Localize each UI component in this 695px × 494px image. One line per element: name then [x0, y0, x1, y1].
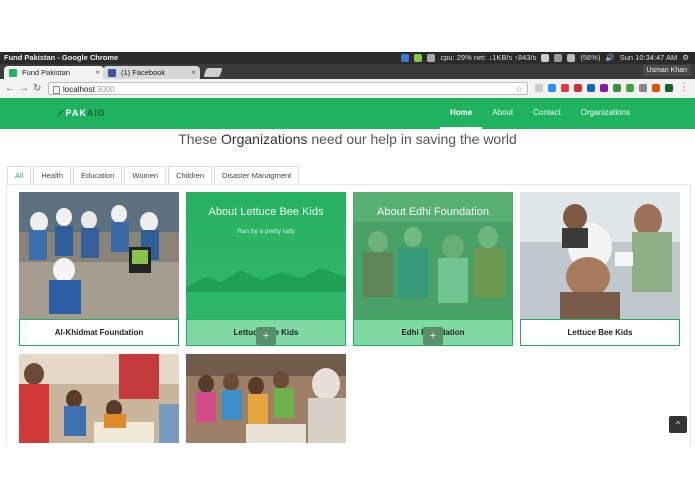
extension-icon[interactable]	[587, 84, 595, 92]
clock[interactable]: Sun 10:34:47 AM	[620, 52, 678, 64]
battery-percent: (56%)	[580, 53, 601, 62]
browser-toolbar: ← → ↻ localhost:3000 ☆ ⋮	[0, 79, 695, 99]
os-top-bar: Fund Pakistan - Google Chrome cpu: 29% n…	[0, 52, 695, 64]
tab-label: Fund Pakistan	[22, 68, 70, 77]
tab-label: (1) Facebook	[121, 68, 166, 77]
keyboard-layout-icon[interactable]	[541, 54, 550, 62]
extension-icon[interactable]	[613, 84, 621, 92]
extension-icon[interactable]	[548, 84, 556, 92]
close-tab-icon[interactable]: ×	[191, 66, 196, 79]
org-about-title: About Edhi Foundation	[377, 206, 489, 218]
extension-icon[interactable]	[639, 84, 647, 92]
org-photo	[186, 354, 346, 443]
facebook-favicon-icon	[108, 69, 116, 77]
extension-icons	[535, 84, 673, 92]
battery-icon[interactable]	[567, 54, 576, 62]
site-favicon-icon	[9, 69, 17, 77]
extension-icon[interactable]	[561, 84, 569, 92]
nav-organizations[interactable]: Organizations	[571, 98, 640, 129]
gear-icon[interactable]: ⚙	[682, 52, 689, 64]
org-card[interactable]: About Edhi Foundation Edhi Foundation +	[353, 192, 513, 346]
filter-health[interactable]: Health	[33, 166, 72, 185]
org-name[interactable]: Lettuce Bee Kids	[520, 319, 680, 346]
org-card[interactable]: About Lettuce Bee Kids Ran by a pretty l…	[186, 192, 346, 346]
cpu-net-readout: cpu: 29% net: ↓1KB/s ↑843/s	[440, 53, 537, 62]
forward-icon[interactable]: →	[19, 82, 29, 95]
org-card[interactable]: Lettuce Bee Kids	[520, 192, 680, 346]
add-button[interactable]: +	[256, 327, 276, 345]
filter-children[interactable]: Children	[168, 166, 213, 185]
org-about-title: About Lettuce Bee Kids	[208, 206, 324, 218]
profile-button[interactable]: Usman Khan	[642, 65, 691, 76]
close-tab-icon[interactable]: ×	[95, 66, 100, 79]
org-photo	[19, 354, 179, 443]
filter-disaster-management[interactable]: Disaster Managment	[214, 166, 300, 185]
system-tray: cpu: 29% net: ↓1KB/s ↑843/s (56%) 🔊 Sun …	[401, 52, 689, 64]
reload-icon[interactable]: ↻	[33, 82, 41, 95]
page-headline: These Organizations need our help in sav…	[178, 131, 517, 147]
url-port: :3000	[94, 85, 115, 94]
nav-home[interactable]: Home	[440, 98, 483, 129]
nav-about[interactable]: About	[482, 98, 523, 129]
org-photo	[19, 192, 179, 319]
bookmark-star-icon[interactable]: ☆	[515, 83, 523, 96]
bluetooth-icon[interactable]	[554, 54, 563, 62]
extension-icon[interactable]	[665, 84, 673, 92]
org-photo	[520, 192, 680, 319]
browser-tabstrip: Fund Pakistan × (1) Facebook × Usman Kha…	[0, 64, 695, 79]
tab-fund-pakistan[interactable]: Fund Pakistan ×	[4, 66, 104, 79]
org-card[interactable]	[186, 354, 346, 443]
pakaid-logo[interactable]: ✓PAKAID	[57, 108, 105, 119]
menu-icon[interactable]: ⋮	[679, 82, 689, 93]
evernote-icon[interactable]	[414, 54, 423, 62]
scroll-to-top-button[interactable]: ^	[669, 416, 687, 433]
opera-icon[interactable]	[574, 84, 582, 92]
window-title: Fund Pakistan - Google Chrome	[4, 53, 119, 62]
new-tab-button[interactable]	[203, 68, 223, 77]
skype-icon[interactable]	[401, 54, 410, 62]
page-info-icon[interactable]	[53, 86, 60, 94]
org-card[interactable]	[19, 354, 179, 443]
filter-education[interactable]: Education	[73, 166, 123, 185]
filter-all[interactable]: All	[7, 166, 32, 185]
nav-contact[interactable]: Contact	[523, 98, 571, 129]
extension-icon[interactable]	[600, 84, 608, 92]
url-host: localhost	[63, 85, 95, 94]
site-navbar: ✓PAKAID Home About Contact Organizations	[0, 98, 695, 129]
back-icon[interactable]: ←	[5, 82, 15, 95]
category-filter-tabs: All Health Education Women Children Disa…	[7, 166, 301, 185]
address-bar[interactable]: localhost:3000 ☆	[48, 82, 528, 95]
main-nav: Home About Contact Organizations	[440, 98, 640, 129]
tab-facebook[interactable]: (1) Facebook ×	[103, 66, 200, 79]
volume-icon[interactable]: 🔊	[605, 52, 614, 64]
org-about-subtitle: Ran by a pretty lady	[237, 228, 295, 235]
extension-icon[interactable]	[626, 84, 634, 92]
extension-icon[interactable]	[652, 84, 660, 92]
filter-women[interactable]: Women	[124, 166, 167, 185]
extension-icon[interactable]	[535, 84, 543, 92]
add-button[interactable]: +	[423, 327, 443, 345]
org-name[interactable]: Al-Khidmat Foundation	[19, 319, 179, 346]
network-graph-icon[interactable]	[427, 54, 436, 62]
org-card[interactable]: Al-Khidmat Foundation	[19, 192, 179, 346]
